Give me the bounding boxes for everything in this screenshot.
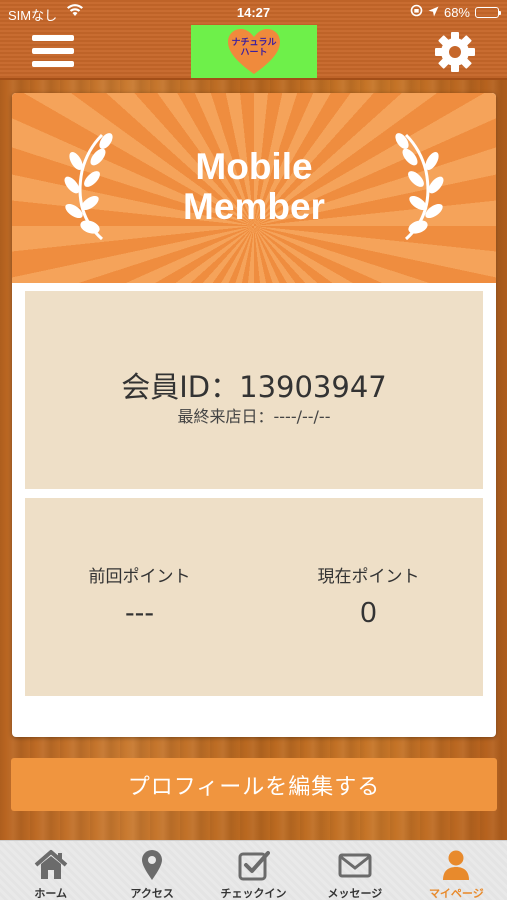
tab-home[interactable]: ホーム: [0, 841, 101, 900]
app-header: SIMなし 14:27 68% ナチュラル ハート: [0, 0, 507, 80]
tab-label: アクセス: [130, 887, 174, 900]
previous-points-label: 前回ポイント: [88, 567, 191, 587]
tab-messages[interactable]: メッセージ: [304, 841, 405, 900]
settings-gear-icon[interactable]: [433, 30, 477, 74]
previous-points-value: ---: [125, 597, 154, 629]
current-points: 現在ポイント 0: [254, 562, 483, 630]
member-id-panel: 会員ID：13903947 最終来店日：----/--/--: [25, 291, 483, 489]
status-bar: SIMなし 14:27 68%: [0, 0, 507, 24]
points-panel: 前回ポイント --- 現在ポイント 0: [25, 498, 483, 696]
edit-profile-button[interactable]: プロフィールを編集する: [11, 758, 497, 811]
tab-access[interactable]: アクセス: [101, 841, 202, 900]
current-points-label: 現在ポイント: [317, 567, 420, 587]
member-banner: Mobile Member: [12, 93, 496, 283]
tab-checkin[interactable]: チェックイン: [203, 841, 304, 900]
tab-label: ホーム: [34, 887, 68, 900]
member-card: Mobile Member 会員ID：13903947 最終来店日：----/-…: [12, 93, 496, 737]
app-logo: ナチュラル ハート: [191, 25, 317, 78]
hamburger-menu-icon[interactable]: [32, 35, 74, 69]
bottom-tab-bar: ホーム アクセス チェックイン メッセージ マイページ: [0, 840, 507, 900]
tab-mypage[interactable]: マイページ: [406, 841, 507, 900]
member-id: 会員ID：13903947: [121, 370, 387, 404]
current-points-value: 0: [360, 597, 377, 629]
laurel-icon: [392, 131, 446, 245]
battery-icon: [475, 6, 501, 18]
orientation-lock-icon: [410, 4, 423, 20]
previous-points: 前回ポイント ---: [25, 562, 254, 630]
battery-percent: 68%: [443, 4, 470, 20]
tab-label: メッセージ: [327, 887, 383, 900]
heart-icon: ナチュラル ハート: [227, 28, 281, 76]
location-arrow-icon: [428, 5, 439, 20]
tab-label: チェックイン: [220, 887, 287, 900]
tab-label: マイページ: [428, 887, 484, 900]
logo-text: ナチュラル ハート: [231, 37, 277, 58]
last-visit-date: 最終来店日：----/--/--: [177, 407, 331, 426]
